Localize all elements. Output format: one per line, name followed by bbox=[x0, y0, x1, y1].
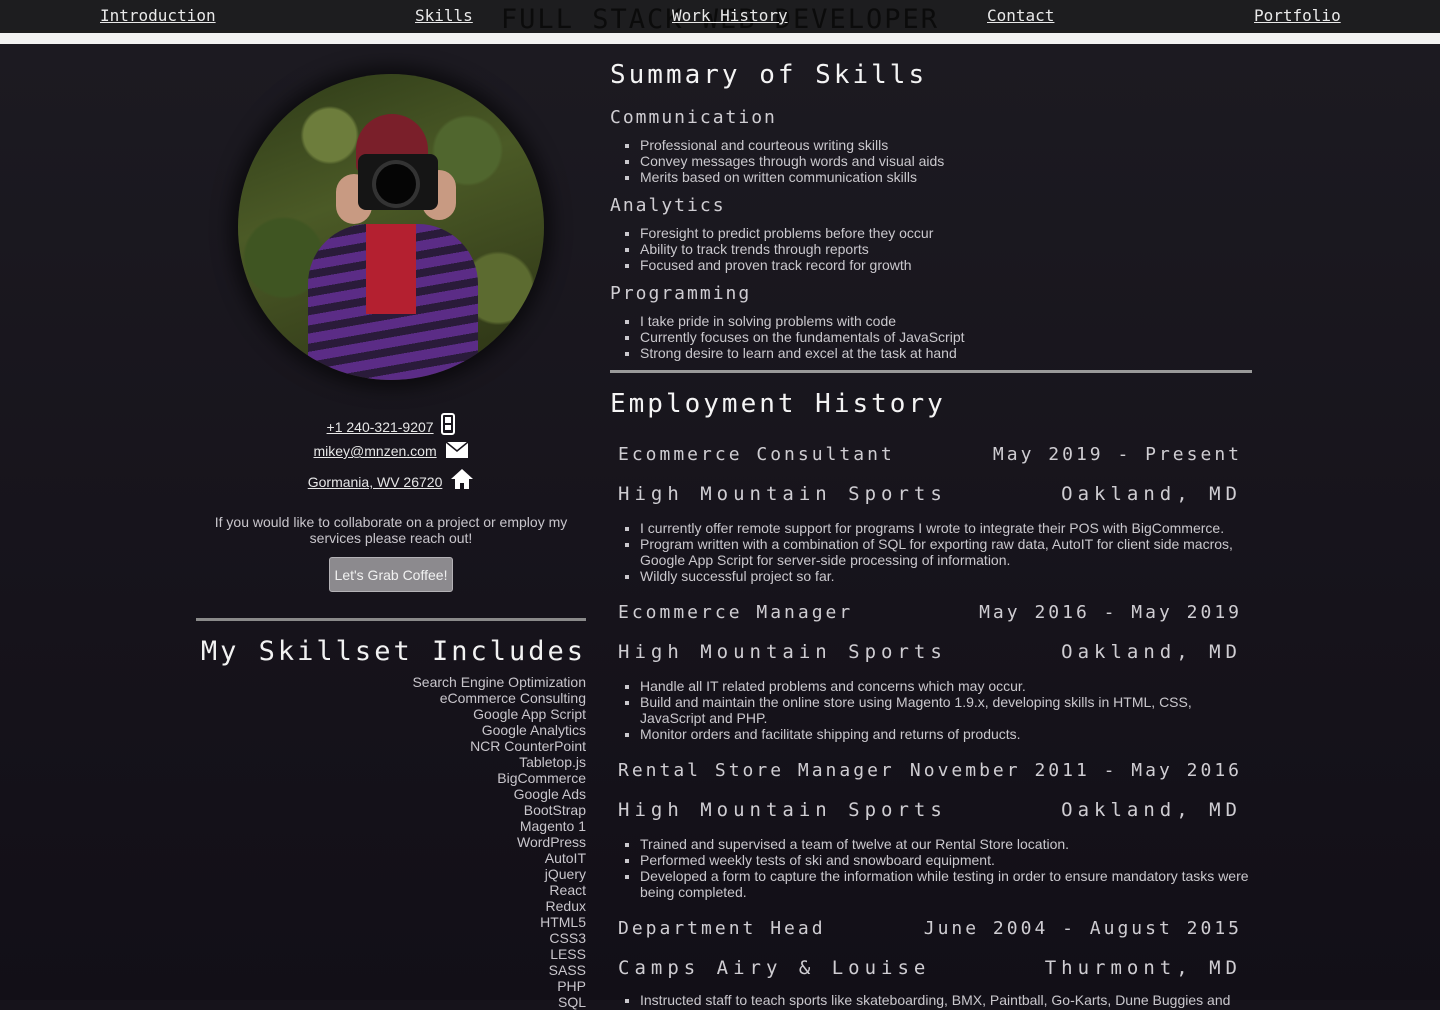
nav-link-work-history[interactable]: Work History bbox=[672, 6, 788, 25]
job-dates: June 2004 - August 2015 bbox=[923, 918, 1242, 939]
job-company: High Mountain Sports bbox=[618, 483, 947, 505]
job-company-row: High Mountain Sports Oakland, MD bbox=[618, 641, 1242, 663]
job-location: Thurmont, MD bbox=[1044, 957, 1242, 979]
job-duties: Trained and supervised a team of twelve … bbox=[640, 836, 1250, 900]
job-company: Camps Airy & Louise bbox=[618, 957, 931, 979]
list-item: Search Engine Optimization bbox=[412, 674, 586, 690]
left-divider bbox=[196, 618, 586, 621]
list-item: HTML5 bbox=[540, 914, 586, 930]
list-item: Convey messages through words and visual… bbox=[640, 153, 1250, 169]
list-item: Wildly successful project so far. bbox=[640, 568, 1250, 584]
job-role: Department Head bbox=[618, 918, 826, 939]
list-item: Redux bbox=[545, 898, 586, 914]
nav-link-contact[interactable]: Contact bbox=[987, 6, 1054, 25]
job-location: Oakland, MD bbox=[1061, 799, 1242, 821]
job-role: Ecommerce Manager bbox=[618, 602, 854, 623]
list-item: Performed weekly tests of ski and snowbo… bbox=[640, 852, 1250, 868]
list-item: Program written with a combination of SQ… bbox=[640, 536, 1250, 568]
job-dates: May 2016 - May 2019 bbox=[979, 602, 1242, 623]
employment-heading: Employment History bbox=[610, 389, 946, 419]
nav-link-portfolio[interactable]: Portfolio bbox=[1254, 6, 1341, 25]
skill-group-programming: Programming bbox=[610, 283, 752, 304]
skillset-list: Search Engine Optimization eCommerce Con… bbox=[196, 674, 586, 1010]
skill-group-communication: Communication bbox=[610, 107, 777, 128]
list-item: LESS bbox=[550, 946, 586, 962]
list-item: I take pride in solving problems with co… bbox=[640, 313, 1250, 329]
job-duties: I currently offer remote support for pro… bbox=[640, 520, 1250, 584]
list-item: SASS bbox=[548, 962, 586, 978]
job-company-row: Camps Airy & Louise Thurmont, MD bbox=[618, 957, 1242, 979]
skill-group-analytics: Analytics bbox=[610, 195, 726, 216]
mail-icon bbox=[445, 441, 468, 458]
job-dates: November 2011 - May 2016 bbox=[909, 760, 1242, 781]
list-item: NCR CounterPoint bbox=[470, 738, 586, 754]
summary-heading: Summary of Skills bbox=[610, 60, 928, 90]
communication-list: Professional and courteous writing skill… bbox=[640, 137, 1250, 185]
list-item: React bbox=[549, 882, 586, 898]
list-item: SQL bbox=[557, 994, 586, 1010]
list-item: PHP bbox=[557, 978, 586, 994]
job-company: High Mountain Sports bbox=[618, 641, 947, 663]
list-item: Focused and proven track record for grow… bbox=[640, 257, 1250, 273]
phone-link[interactable]: +1 240-321-9207 bbox=[327, 419, 434, 435]
list-item: AutoIT bbox=[544, 850, 586, 866]
contact-phone-row: +1 240-321-9207 bbox=[196, 413, 586, 435]
nav-link-introduction[interactable]: Introduction bbox=[100, 6, 216, 25]
list-item: Professional and courteous writing skill… bbox=[640, 137, 1250, 153]
list-item: eCommerce Consulting bbox=[439, 690, 586, 706]
list-item: BootStrap bbox=[523, 802, 586, 818]
job-company-row: High Mountain Sports Oakland, MD bbox=[618, 483, 1242, 505]
collaboration-text: If you would like to collaborate on a pr… bbox=[214, 514, 568, 546]
email-link[interactable]: mikey@mnzen.com bbox=[313, 443, 436, 459]
list-item: Currently focuses on the fundamentals of… bbox=[640, 329, 1250, 345]
job-duties: Instructed staff to teach sports like sk… bbox=[640, 992, 1250, 1008]
job-role: Ecommerce Consultant bbox=[618, 444, 895, 465]
list-item: BigCommerce bbox=[497, 770, 586, 786]
home-icon bbox=[451, 469, 474, 489]
job-header: Ecommerce Consultant May 2019 - Present bbox=[618, 444, 1242, 465]
job-duties: Handle all IT related problems and conce… bbox=[640, 678, 1250, 742]
job-role: Rental Store Manager bbox=[618, 760, 895, 781]
list-item: Trained and supervised a team of twelve … bbox=[640, 836, 1250, 852]
location-link[interactable]: Gormania, WV 26720 bbox=[308, 474, 443, 490]
list-item: WordPress bbox=[517, 834, 586, 850]
contact-location-row: Gormania, WV 26720 bbox=[196, 468, 586, 490]
list-item: Google Ads bbox=[513, 786, 586, 802]
list-item: Tabletop.js bbox=[519, 754, 586, 770]
programming-list: I take pride in solving problems with co… bbox=[640, 313, 1250, 361]
list-item: Google Analytics bbox=[481, 722, 586, 738]
list-item: Foresight to predict problems before the… bbox=[640, 225, 1250, 241]
analytics-list: Foresight to predict problems before the… bbox=[640, 225, 1250, 273]
job-company: High Mountain Sports bbox=[618, 799, 947, 821]
list-item: jQuery bbox=[544, 866, 586, 882]
phone-icon bbox=[441, 413, 456, 435]
contact-email-row: mikey@mnzen.com bbox=[196, 441, 586, 459]
job-header: Ecommerce Manager May 2016 - May 2019 bbox=[618, 602, 1242, 623]
job-dates: May 2019 - Present bbox=[992, 444, 1242, 465]
job-header: Department Head June 2004 - August 2015 bbox=[618, 918, 1242, 939]
skillset-heading: My Skillset Includes bbox=[200, 636, 586, 667]
list-item: Magento 1 bbox=[519, 818, 586, 834]
list-item: Monitor orders and facilitate shipping a… bbox=[640, 726, 1250, 742]
list-item: CSS3 bbox=[549, 930, 586, 946]
list-item: Instructed staff to teach sports like sk… bbox=[640, 992, 1250, 1008]
list-item: Merits based on written communication sk… bbox=[640, 169, 1250, 185]
nav-link-skills[interactable]: Skills bbox=[415, 6, 473, 25]
list-item: Ability to track trends through reports bbox=[640, 241, 1250, 257]
grab-coffee-button[interactable]: Let's Grab Coffee! bbox=[329, 557, 453, 592]
job-header: Rental Store Manager November 2011 - May… bbox=[618, 760, 1242, 781]
list-item: Handle all IT related problems and conce… bbox=[640, 678, 1250, 694]
list-item: Google App Script bbox=[473, 706, 586, 722]
list-item: Developed a form to capture the informat… bbox=[640, 868, 1250, 900]
list-item: I currently offer remote support for pro… bbox=[640, 520, 1250, 536]
job-location: Oakland, MD bbox=[1061, 641, 1242, 663]
right-divider bbox=[610, 370, 1252, 373]
avatar bbox=[238, 74, 544, 380]
list-item: Build and maintain the online store usin… bbox=[640, 694, 1250, 726]
job-company-row: High Mountain Sports Oakland, MD bbox=[618, 799, 1242, 821]
job-location: Oakland, MD bbox=[1061, 483, 1242, 505]
list-item: Strong desire to learn and excel at the … bbox=[640, 345, 1250, 361]
